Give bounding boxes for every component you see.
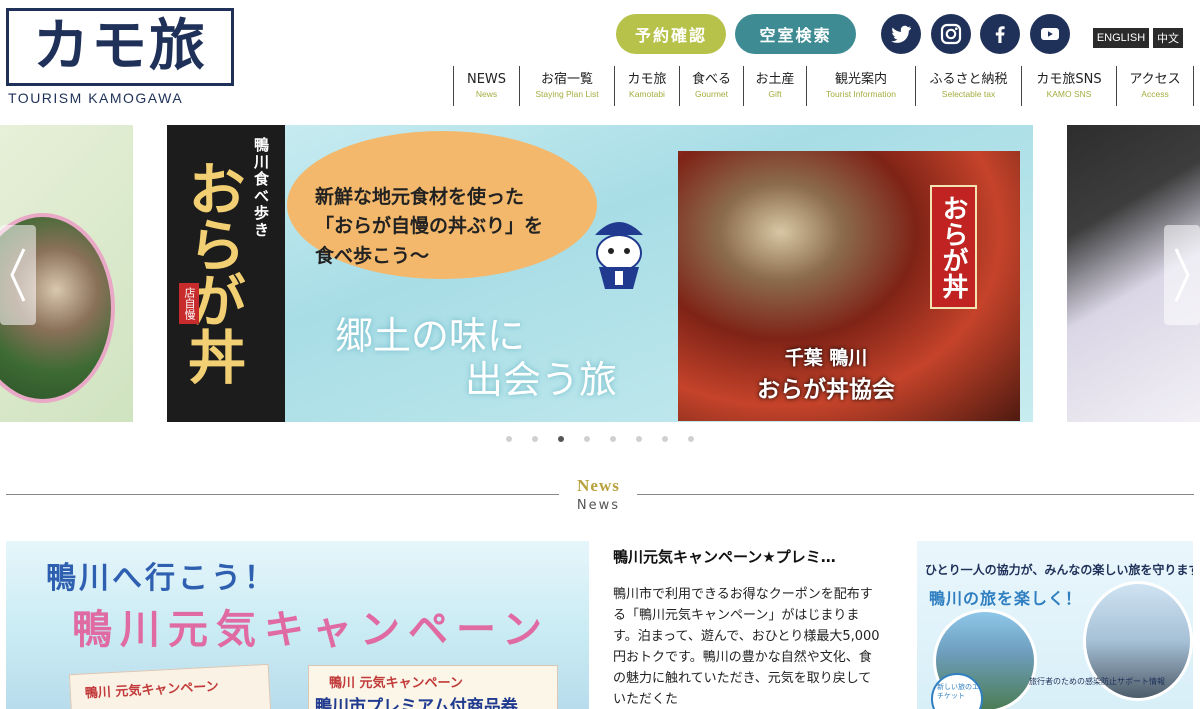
news-heading-sub: News [576,498,621,513]
nav-item-label: アクセス [1129,71,1181,87]
nav-item-sublabel: Gourmet [694,89,729,100]
association-line: おらが丼協会 [757,377,895,403]
news-section-heading: News News [0,474,1200,518]
nav-item-label: お土産 [755,71,795,87]
association-name: 千葉 鴨川 おらが丼協会 [757,343,895,404]
nav-item-kamotabi[interactable]: カモ旅 Kamotabi [615,66,680,106]
voucher-text: 鴨川 元気キャンペーン [84,679,220,702]
youtube-link[interactable] [1030,14,1070,54]
bubble-text: 新鮮な地元食材を使った 「おらが自慢の丼ぶり」を 食べ歩こう〜 [315,183,543,271]
news-card-image[interactable]: 鴨川へ行こう！ 鴨川元気キャンペーン 鴨川 元気キャンペーン 鴨川 元気キャンペ… [6,541,589,709]
nav-item-sublabel: News [475,89,498,100]
facebook-icon [995,26,1005,43]
instagram-link[interactable] [931,14,971,54]
hero-slider: 鴨川食べ歩き おらが丼 店自慢 新鮮な地元食材を使った 「おらが自慢の丼ぶり」を… [0,125,1200,422]
youtube-icon [1041,28,1059,40]
slider-dot[interactable] [558,436,564,442]
chevron-right-icon [1174,248,1190,302]
slider-dot[interactable] [610,436,616,442]
nav-item-sublabel: Access [1141,89,1169,100]
bubble-line: 食べ歩こう〜 [315,244,430,267]
slider-dot[interactable] [688,436,694,442]
nav-item-sublabel: Kamotabi [629,89,665,100]
card-line1: 鴨川へ行こう！ [46,561,277,596]
nav-item-label: カモ旅SNS [1036,71,1102,87]
banner-note: 旅行者のための感染防止サポート情報 [1029,677,1165,686]
nav-item-label: NEWS [466,71,507,87]
slider-prev-button[interactable] [0,225,36,325]
voucher-text: 鴨川市プレミアム付商品券 [315,697,518,709]
banner-vertical-title: おらが丼 [178,159,246,383]
nav-item-furusato-tax[interactable]: ふるさと納税 Selectable tax [916,66,1022,106]
slider-pagination [506,436,694,442]
language-chinese-button[interactable]: 中文 [1153,28,1183,48]
banner-top-text: ひとり一人の協力が、みんなの楽しい旅を守ります [925,563,1193,577]
voucher-text: 鴨川 元気キャンペーン [329,676,463,691]
site-logo[interactable]: カモ旅 TOURISM KAMOGAWA [6,8,234,108]
slider-next-button[interactable] [1164,225,1200,325]
nav-item-label: カモ旅 [627,71,667,87]
reservation-check-button[interactable]: 予約確認 [616,14,726,54]
vacancy-search-button[interactable]: 空室検索 [735,14,856,54]
slider-dot[interactable] [506,436,512,442]
nav-item-tourist-info[interactable]: 観光案内 Tourist Information [807,66,916,106]
slide-current[interactable]: 鴨川食べ歩き おらが丼 店自慢 新鮮な地元食材を使った 「おらが自慢の丼ぶり」を… [167,125,1033,422]
nav-item-sublabel: KAMO SNS [1046,89,1092,100]
slider-dot[interactable] [584,436,590,442]
card-line2: 鴨川元気キャンペーン [72,607,550,653]
news-article-body: 鴨川市で利用できるお得なクーポンを配布する「鴨川元気キャンペーン」がはじまります… [613,587,880,708]
association-line: 千葉 鴨川 [784,347,868,369]
bubble-line: 「おらが自慢の丼ぶり」を [315,215,544,238]
divider [6,494,559,495]
logo-box: カモ旅 [6,8,234,86]
oraga-don-flag: おらが丼 [930,185,977,309]
slider-dot[interactable] [636,436,642,442]
nav-item-label: 観光案内 [834,71,887,87]
nav-item-sublabel: Gift [768,89,782,100]
banner-mid-text: 鴨川の旅を楽しく！ [929,589,1083,608]
nav-item-label: 食べる [691,71,731,87]
divider [637,494,1194,495]
global-nav: NEWS News お宿一覧 Staying Plan List カモ旅 Kam… [453,66,1194,106]
slide-main-copy: 郷土の味に 出会う旅 [335,314,618,402]
twitter-icon [891,25,911,43]
nav-item-staying-plan[interactable]: お宿一覧 Staying Plan List [520,66,615,106]
nav-item-label: お宿一覧 [540,71,593,87]
news-heading-en: News [577,476,620,495]
nav-item-gourmet[interactable]: 食べる Gourmet [680,66,744,106]
nav-item-gift[interactable]: お土産 Gift [744,66,807,106]
nav-item-label: ふるさと納税 [929,71,1008,87]
travel-etiquette-banner[interactable]: ひとり一人の協力が、みんなの楽しい旅を守ります 鴨川の旅を楽しく！ 新しい旅のエ… [917,541,1193,709]
news-article-title[interactable]: 鴨川元気キャンペーン★プレミ… [613,546,883,567]
nav-item-sublabel: Staying Plan List [535,89,599,100]
copy-line: 郷土の味に [335,314,526,358]
chevron-left-icon [10,248,26,302]
slider-dot[interactable] [532,436,538,442]
voucher-ticket: 鴨川 元気キャンペーン [68,663,272,709]
language-english-button[interactable]: ENGLISH [1093,28,1149,48]
logo-subtitle: TOURISM KAMOGAWA [8,90,184,106]
banner-tag: 店自慢 [179,283,199,324]
nav-item-kamo-sns[interactable]: カモ旅SNS KAMO SNS [1022,66,1117,106]
facebook-link[interactable] [980,14,1020,54]
copy-line: 出会う旅 [465,357,618,402]
instagram-icon [940,23,962,45]
badge-text: 新しい旅のエチケット [937,683,979,701]
voucher-ticket: 鴨川 元気キャンペーン 鴨川市プレミアム付商品券 [308,665,558,709]
nav-item-news[interactable]: NEWS News [454,66,520,106]
nav-item-access[interactable]: アクセス Access [1117,66,1194,106]
banner-left-panel: 鴨川食べ歩き おらが丼 店自慢 [167,125,285,422]
bubble-line: 新鮮な地元食材を使った [315,186,525,208]
twitter-link[interactable] [881,14,921,54]
slider-dot[interactable] [662,436,668,442]
logo-text: カモ旅 [33,14,207,79]
nav-item-sublabel: Selectable tax [941,89,996,100]
nav-item-sublabel: Tourist Information [826,89,896,100]
banner-vertical-sub: 鴨川食べ歩き [252,137,270,239]
bowl-mascot-icon [595,222,643,289]
